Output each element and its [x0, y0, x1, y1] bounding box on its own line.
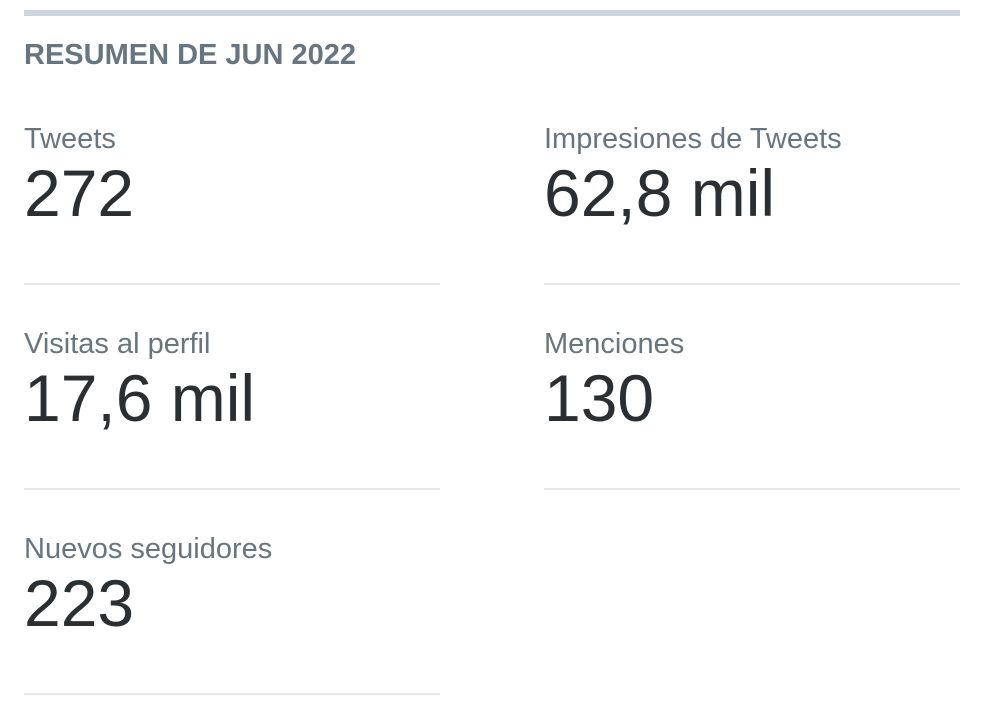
stat-value: 130 — [544, 361, 655, 435]
stat-label: Tweets — [24, 123, 116, 155]
stat-impressions: Impresiones de Tweets 62,8 mil — [544, 118, 960, 285]
stat-mentions: Menciones 130 — [544, 323, 960, 490]
monthly-summary-panel: RESUMEN DE JUN 2022 Tweets 272 Impresion… — [24, 10, 960, 695]
stat-value: 17,6 mil — [24, 361, 256, 435]
stat-value: 223 — [24, 566, 135, 640]
stat-value: 272 — [24, 156, 135, 230]
summary-title: RESUMEN DE JUN 2022 — [24, 39, 356, 71]
stat-value: 62,8 mil — [544, 156, 776, 230]
stat-new-followers: Nuevos seguidores 223 — [24, 528, 440, 695]
stat-label: Menciones — [544, 328, 685, 360]
stat-tweets: Tweets 272 — [24, 118, 440, 285]
stat-label: Nuevos seguidores — [24, 533, 273, 565]
stat-label: Impresiones de Tweets — [544, 123, 842, 155]
stat-label: Visitas al perfil — [24, 328, 211, 360]
stat-profile-visits: Visitas al perfil 17,6 mil — [24, 323, 440, 490]
top-divider — [24, 10, 960, 16]
